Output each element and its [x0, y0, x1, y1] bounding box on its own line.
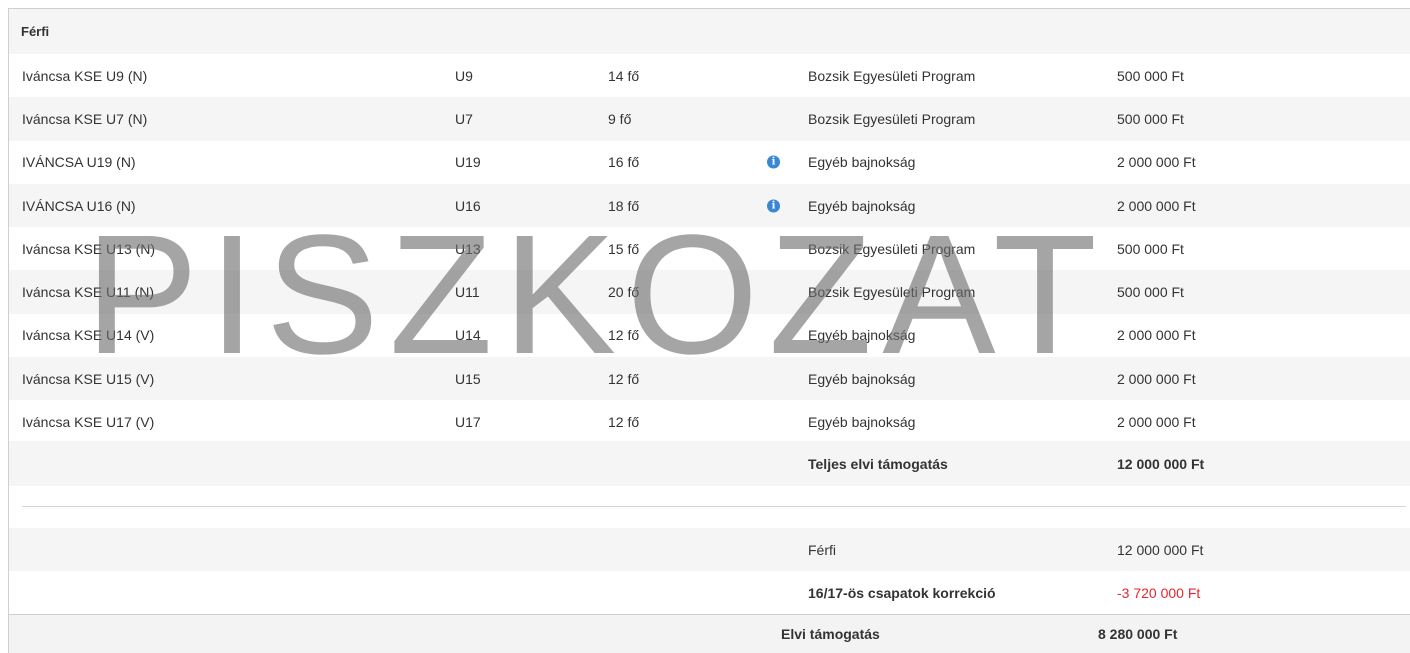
table-row: Iváncsa KSE U9 (N) U9 14 fő Bozsik Egyesüle… [9, 54, 1410, 97]
competition: Egyéb bajnokság [808, 327, 916, 344]
age-group: U17 [455, 414, 481, 431]
support-amount: 500 000 Ft [1117, 110, 1184, 127]
team-name: Iváncsa KSE U15 (V) [22, 370, 155, 387]
info-icon[interactable]: i [767, 199, 780, 213]
info-icon[interactable]: i [767, 155, 780, 169]
player-count: 9 fő [608, 110, 632, 127]
player-count: 12 fő [608, 370, 640, 387]
player-count: 18 fő [608, 197, 640, 214]
support-amount: 500 000 Ft [1117, 284, 1184, 301]
support-amount: 2 000 000 Ft [1117, 154, 1196, 171]
age-group: U9 [455, 67, 473, 84]
player-count: 14 fő [608, 67, 640, 84]
table-row: Iváncsa KSE U13 (N) U13 15 fő Bozsik Egyesü… [9, 227, 1410, 270]
support-amount: 2 000 000 Ft [1117, 327, 1196, 344]
correction-label: 16/17-ös csapatok korrekció [808, 584, 996, 601]
table-row: IVÁNCSA U16 (N) U16 18 fő Egyéb bajnokság 2 … [9, 183, 1410, 228]
player-count: 12 fő [608, 414, 640, 431]
age-group: U14 [455, 327, 481, 344]
final-row: Elvi támogatás 8 280 000 Ft [9, 614, 1410, 653]
age-group: U15 [455, 370, 481, 387]
table-row: Iváncsa KSE U11 (N) U11 20 fő Bozsik Egyesü… [9, 270, 1410, 314]
summary-correction-row: 16/17-ös csapatok korrekció -3 720 000 F… [9, 571, 1410, 614]
competition: Bozsik Egyesületi Program [808, 240, 976, 257]
support-amount: 2 000 000 Ft [1117, 370, 1196, 387]
age-group: U19 [455, 154, 481, 171]
team-name: Iváncsa KSE U14 (V) [22, 327, 155, 344]
final-amount: 8 280 000 Ft [1098, 626, 1178, 642]
player-count: 15 fő [608, 240, 640, 257]
player-count: 20 fő [608, 284, 640, 301]
support-amount: 500 000 Ft [1117, 240, 1184, 257]
correction-amount: -3 720 000 Ft [1117, 584, 1201, 601]
total-amount: 12 000 000 Ft [1117, 455, 1205, 472]
summary-men-row: Férfi 12 000 000 Ft [9, 528, 1410, 571]
player-count: 12 fő [608, 327, 640, 344]
competition: Bozsik Egyesületi Program [808, 110, 976, 127]
total-label: Teljes elvi támogatás [808, 455, 948, 472]
table-row: Iváncsa KSE U7 (N) U7 9 fő Bozsik Egyesület… [9, 97, 1410, 141]
team-name: Iváncsa KSE U9 (N) [22, 67, 148, 84]
competition: Egyéb bajnokság [808, 154, 916, 171]
summary-men-label: Férfi [808, 541, 836, 558]
team-name: Iváncsa KSE U17 (V) [22, 414, 155, 431]
divider [22, 506, 1406, 507]
team-table: Iváncsa KSE U9 (N) U9 14 fő Bozsik Egyesüle… [9, 54, 1410, 444]
competition: Bozsik Egyesületi Program [808, 284, 976, 301]
age-group: U13 [455, 240, 481, 257]
total-row: Teljes elvi támogatás 12 000 000 Ft [9, 441, 1410, 486]
competition: Bozsik Egyesületi Program [808, 67, 976, 84]
team-name: Iváncsa KSE U13 (N) [22, 240, 156, 257]
support-amount: 2 000 000 Ft [1117, 414, 1196, 431]
table-row: IVÁNCSA U19 (N) U19 16 fő Egyéb bajnokság 2 … [9, 141, 1410, 184]
final-label: Elvi támogatás [781, 626, 880, 642]
table-row: Iváncsa KSE U15 (V) U15 12 fő Egyéb bajnoks… [9, 357, 1410, 401]
age-group: U7 [455, 110, 473, 127]
team-name: Iváncsa KSE U7 (N) [22, 110, 148, 127]
support-amount: 2 000 000 Ft [1117, 197, 1196, 214]
support-amount: 500 000 Ft [1117, 67, 1184, 84]
age-group: U11 [455, 284, 480, 301]
table-row: Iváncsa KSE U17 (V) U17 12 fő Egyéb bajnoks… [9, 400, 1410, 443]
team-name: IVÁNCSA U19 (N) [22, 154, 136, 171]
competition: Egyéb bajnokság [808, 370, 916, 387]
team-name: IVÁNCSA U16 (N) [22, 197, 136, 214]
competition: Egyéb bajnokság [808, 197, 916, 214]
age-group: U16 [455, 197, 481, 214]
summary-men-amount: 12 000 000 Ft [1117, 541, 1204, 558]
section-title: Férfi [21, 24, 50, 39]
competition: Egyéb bajnokság [808, 414, 916, 431]
player-count: 16 fő [608, 154, 640, 171]
team-name: Iváncsa KSE U11 (N) [22, 284, 155, 301]
section-header: Férfi [9, 9, 1410, 54]
table-row: Iváncsa KSE U14 (V) U14 12 fő Egyéb bajnoks… [9, 314, 1410, 357]
